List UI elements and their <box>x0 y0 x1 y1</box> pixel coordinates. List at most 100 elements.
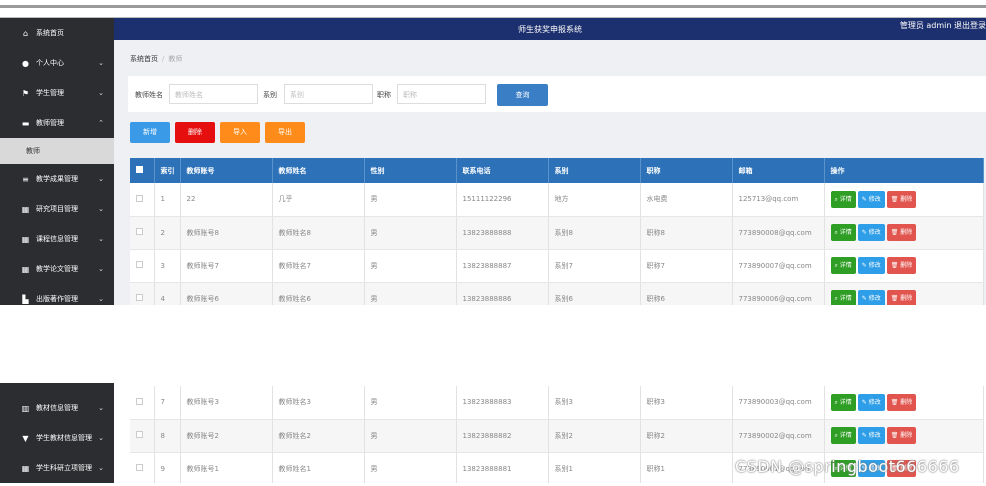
detail-button[interactable]: ⌕ 详情 <box>830 427 856 444</box>
edit-button[interactable]: ✎ 修改 <box>857 427 885 444</box>
export-button[interactable]: 导出 <box>265 122 305 143</box>
user-info-logout[interactable]: 管理员 admin 退出登录 <box>900 20 986 31</box>
table-row: 3 教师账号7 教师姓名7 男 13823888887 系别7 职称7 773890007@q… <box>130 249 984 283</box>
filter-bar: 教师姓名 教师姓名 系别 系别 职称 职称 查询 <box>128 76 986 112</box>
table-cell: 教师姓名3 <box>272 386 365 420</box>
table-cell: 男 <box>364 452 457 483</box>
row-checkbox[interactable] <box>130 249 155 283</box>
row-checkbox[interactable] <box>130 419 155 453</box>
table-row: 4 教师账号6 教师姓名6 男 13823888886 系别6 职称6 773890006@q… <box>130 282 984 305</box>
sidebar-item[interactable]: ▙ 出版著作管理 ⌄ <box>0 284 114 305</box>
row-checkbox[interactable] <box>130 183 155 217</box>
table-cell: 教师账号1 <box>180 452 273 483</box>
list-icon: ≡ <box>22 174 29 184</box>
table-cell: 职称6 <box>640 282 733 305</box>
row-delete-button[interactable]: 🗑 删除 <box>886 393 917 411</box>
sidebar-item-label: 研究项目管理 <box>36 205 78 213</box>
detail-button[interactable]: ⌕ 详情 <box>830 224 856 241</box>
sidebar-item-label: 系统首页 <box>36 29 64 37</box>
breadcrumb-home[interactable]: 系统首页 <box>130 55 158 63</box>
grid-icon: ▦ <box>21 234 30 244</box>
sidebar-item-label: 个人中心 <box>36 59 64 67</box>
search-button[interactable]: 查询 <box>497 84 548 106</box>
table-row: 7 教师账号3 教师姓名3 男 13823888883 系别3 职称3 773890003@q… <box>130 386 984 420</box>
row-delete-button[interactable]: 🗑 删除 <box>886 290 917 305</box>
sidebar-item[interactable]: ▦ 研究项目管理 ⌄ <box>0 194 114 224</box>
sidebar-item-label: 教材信息管理 <box>36 404 78 412</box>
table-cell: 3 <box>154 249 181 283</box>
grid-icon: ▦ <box>21 264 30 274</box>
sidebar-item[interactable]: ● 个人中心 ⌄ <box>0 48 114 78</box>
table-cell: 地方 <box>548 183 641 217</box>
sidebar-item[interactable]: ▼ 学生教材信息管理 ⌄ <box>0 423 114 453</box>
table-cell: 男 <box>364 282 457 305</box>
table-cell: 4 <box>154 282 181 305</box>
edit-button[interactable]: ✎ 修改 <box>857 393 885 411</box>
col-header: 职称 <box>640 158 733 183</box>
detail-button[interactable]: ⌕ 详情 <box>830 393 856 411</box>
table-cell: 男 <box>364 386 457 420</box>
chevron-icon: ⌄ <box>98 434 104 442</box>
table-cell: 教师账号8 <box>180 216 273 250</box>
detail-button[interactable]: ⌕ 详情 <box>830 190 856 208</box>
dept-input[interactable]: 系别 <box>284 84 373 104</box>
edit-button[interactable]: ✎ 修改 <box>857 290 885 305</box>
row-delete-button[interactable]: 🗑 删除 <box>886 224 917 241</box>
sidebar-item-label: 学生管理 <box>36 89 64 97</box>
select-all-checkbox[interactable] <box>130 158 155 183</box>
sidebar-item[interactable]: ▦ 课程信息管理 ⌄ <box>0 224 114 254</box>
flag-icon: ⚑ <box>21 88 30 98</box>
sidebar-item[interactable]: ⌂ 系统首页 <box>0 18 114 48</box>
row-checkbox[interactable] <box>130 216 155 250</box>
breadcrumb-current: 教师 <box>168 55 183 63</box>
sidebar-item-label: 出版著作管理 <box>36 295 78 303</box>
row-checkbox[interactable] <box>130 452 155 483</box>
window-top-strip <box>0 0 986 18</box>
edit-button[interactable]: ✎ 修改 <box>857 190 885 208</box>
row-delete-button[interactable]: 🗑 删除 <box>886 190 917 208</box>
sidebar-item[interactable]: ▦ 教学论文管理 ⌄ <box>0 254 114 284</box>
top-header: 师生获奖申报系统 管理员 admin 退出登录 <box>114 18 986 40</box>
row-delete-button[interactable]: 🗑 删除 <box>886 427 917 444</box>
row-checkbox[interactable] <box>130 282 155 305</box>
title-input[interactable]: 职称 <box>397 84 486 104</box>
table-cell: 15111122296 <box>456 183 549 217</box>
chevron-icon: ⌃ <box>98 119 104 127</box>
system-title: 师生获奖申报系统 <box>518 25 582 34</box>
add-button[interactable]: 新增 <box>130 122 170 143</box>
detail-button[interactable]: ⌕ 详情 <box>830 290 856 305</box>
grid-icon: ▦ <box>21 463 30 473</box>
col-header: 教师姓名 <box>272 158 365 183</box>
sidebar-item[interactable]: ▦ 学生科研立项管理 ⌄ <box>0 453 114 483</box>
table-cell: 教师账号3 <box>180 386 273 420</box>
sidebar-item[interactable]: ▥ 教材信息管理 ⌄ <box>0 393 114 423</box>
col-header: 系别 <box>548 158 641 183</box>
monitor-icon: ▬ <box>21 118 30 128</box>
chevron-icon: ⌄ <box>98 404 104 412</box>
grid-icon: ▦ <box>21 204 30 214</box>
table-cell: 13823888887 <box>456 249 549 283</box>
sidebar-item[interactable]: ≡ 教学成果管理 ⌄ <box>0 164 114 194</box>
detail-button[interactable]: ⌕ 详情 <box>830 257 856 274</box>
teacher-name-input[interactable]: 教师姓名 <box>169 84 258 104</box>
table-cell: 教师账号7 <box>180 249 273 283</box>
upper-panel: ⌂ 系统首页 ● 个人中心 ⌄ ⚑ 学生管理 ⌄ ▬ 教师管理 ⌃ 教师 ≡ 教学成果管理 ⌄ ▦ 研究项目… <box>0 18 986 305</box>
teacher-table: 索引 教师账号 教师姓名 性别 联系电话 系别 职称 邮箱 操作 1 22 几乎男 1… <box>130 158 984 305</box>
chevron-icon: ⌄ <box>98 235 104 243</box>
delete-button[interactable]: 删除 <box>175 122 215 143</box>
row-delete-button[interactable]: 🗑 删除 <box>886 257 917 274</box>
sidebar-subitem-teacher[interactable]: 教师 <box>0 138 114 164</box>
edit-button[interactable]: ✎ 修改 <box>857 224 885 241</box>
chevron-icon: ⌄ <box>98 205 104 213</box>
sidebar: ⌂ 系统首页 ● 个人中心 ⌄ ⚑ 学生管理 ⌄ ▬ 教师管理 ⌃ 教师 ≡ 教学成果管理 ⌄ ▦ 研究项目… <box>0 18 114 305</box>
sidebar-item[interactable]: ▬ 教师管理 ⌃ <box>0 108 114 138</box>
table-cell: 773890008@qq.com <box>732 216 825 250</box>
table-cell: 系别3 <box>548 386 641 420</box>
import-button[interactable]: 导入 <box>220 122 260 143</box>
edit-button[interactable]: ✎ 修改 <box>857 257 885 274</box>
table-cell: 8 <box>154 419 181 453</box>
trophy-icon: ▼ <box>22 433 29 443</box>
chevron-icon: ⌄ <box>98 89 104 97</box>
row-checkbox[interactable] <box>130 386 155 420</box>
sidebar-item[interactable]: ⚑ 学生管理 ⌄ <box>0 78 114 108</box>
